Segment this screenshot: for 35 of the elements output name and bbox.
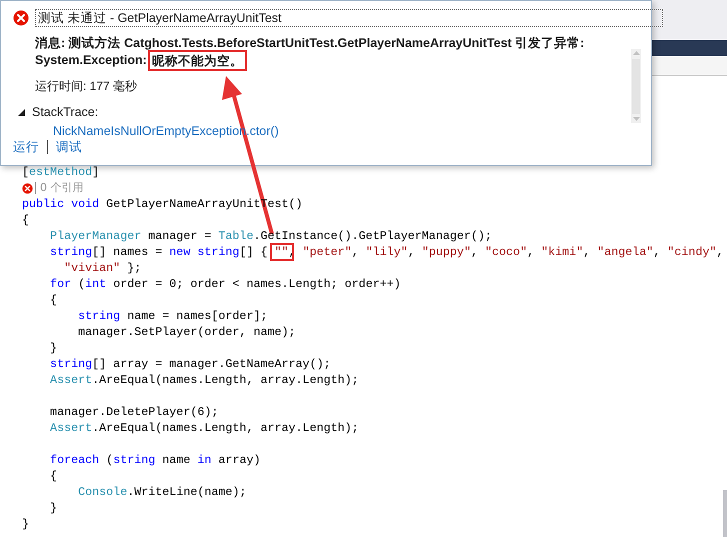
code-line: Assert.AreEqual(names.Length, array.Length); xyxy=(49,420,359,436)
exception-type: System.Exception: xyxy=(35,52,147,69)
reference-count[interactable]: 0 个引用 xyxy=(35,182,84,194)
expand-triangle-icon[interactable] xyxy=(17,108,26,116)
scrollbar[interactable] xyxy=(631,49,641,123)
code-line: { xyxy=(22,212,30,228)
run-time: 运行时间: 177 毫秒 xyxy=(35,78,138,94)
code-line: } xyxy=(49,340,58,356)
code-line: string[] array = manager.GetNameArray(); xyxy=(49,356,331,372)
code-line: Assert.AreEqual(names.Length, array.Length); xyxy=(49,372,359,388)
code-line: { xyxy=(49,292,58,308)
error-message: 消息: 测试方法 Catghost.Tests.BeforeStartUnitTest.GetPlayerNameArrayUnitTest 引发了异常: xyxy=(35,35,586,52)
code-line: } xyxy=(49,500,58,516)
failed-test-icon xyxy=(22,182,33,194)
code-line: Console.WriteLine(name); xyxy=(77,484,246,500)
action-link[interactable]: 调试 xyxy=(56,138,82,156)
code-line: PlayerManager manager = Table.GetInstance().GetPlayerManager(); xyxy=(49,228,492,244)
code-line: string name = names[order]; xyxy=(77,308,268,324)
stacktrace-label: StackTrace: xyxy=(32,104,98,120)
scrollbar-thumb[interactable] xyxy=(723,490,727,537)
code-line: "vivian" }; xyxy=(63,260,142,276)
scrollbar-thumb[interactable] xyxy=(632,59,640,114)
code-line: for (int order = 0; order < names.Length; order++) xyxy=(49,276,401,292)
error-icon xyxy=(13,10,29,26)
code-line: } xyxy=(22,516,30,532)
exception-message: 昵称不能为空。 xyxy=(150,52,245,69)
action-link[interactable]: 运行 xyxy=(13,138,39,156)
scroll-down-icon[interactable] xyxy=(632,117,640,121)
code-line: manager.SetPlayer(order, name); xyxy=(77,324,296,340)
scroll-up-icon[interactable] xyxy=(632,51,640,55)
popup-title: 测试 未通过 - GetPlayerNameArrayUnitTest xyxy=(35,9,663,27)
code-line: { xyxy=(49,468,58,484)
code-line: manager.DeletePlayer(6); xyxy=(49,404,218,420)
code-line: [estMethod] xyxy=(22,164,100,180)
code-line: foreach (string name in array) xyxy=(49,452,261,468)
